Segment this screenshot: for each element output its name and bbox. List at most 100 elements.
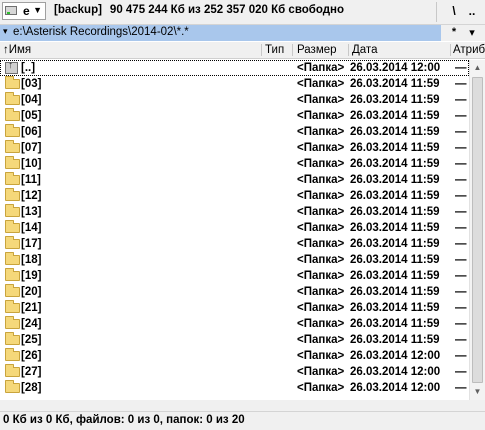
item-size: <Папка> (297, 270, 345, 282)
list-item[interactable]: [06] <Папка> 26.03.2014 11:59 — (0, 124, 469, 140)
item-date: 26.03.2014 11:59 (350, 110, 440, 122)
item-size: <Папка> (297, 222, 345, 234)
item-date: 26.03.2014 12:00 (350, 382, 441, 394)
item-name: [12] (21, 190, 42, 202)
item-name: [20] (21, 286, 42, 298)
item-size: <Папка> (297, 238, 345, 250)
list-item[interactable]: [17] <Папка> 26.03.2014 11:59 — (0, 236, 469, 252)
item-date: 26.03.2014 12:00 (350, 62, 441, 74)
list-item[interactable]: [26] <Папка> 26.03.2014 12:00 — (0, 348, 469, 364)
column-divider[interactable] (292, 44, 293, 56)
folder-icon (5, 188, 20, 201)
folder-icon (5, 284, 20, 297)
column-name[interactable]: ↑Имя (3, 42, 261, 58)
folder-icon (5, 156, 20, 169)
file-list[interactable]: [..] <Папка> 26.03.2014 12:00 — [03] <Папка> 2… (0, 60, 469, 400)
list-item[interactable]: [05] <Папка> 26.03.2014 11:59 — (0, 108, 469, 124)
item-date: 26.03.2014 11:59 (350, 206, 440, 218)
column-size[interactable]: Размер (297, 42, 347, 58)
folder-icon (5, 76, 20, 89)
item-attr: — (455, 302, 467, 314)
folder-icon (5, 252, 20, 265)
list-item[interactable]: [20] <Папка> 26.03.2014 11:59 — (0, 284, 469, 300)
scroll-down-icon[interactable]: ▼ (470, 384, 485, 400)
column-name-label: Имя (8, 44, 32, 56)
item-name: [27] (21, 366, 42, 378)
column-divider[interactable] (450, 44, 451, 56)
folder-icon (5, 268, 20, 281)
drive-info: [backup] 90 475 244 Кб из 252 357 020 Кб … (54, 4, 344, 16)
item-date: 26.03.2014 11:59 (350, 94, 440, 106)
item-attr: — (455, 206, 467, 218)
column-type[interactable]: Тип (265, 42, 291, 58)
item-name: [05] (21, 110, 42, 122)
chevron-down-icon: ▼ (33, 5, 42, 15)
folder-icon (5, 92, 20, 105)
toolbar-separator (436, 2, 437, 22)
item-attr: — (455, 78, 467, 90)
list-item[interactable]: [03] <Папка> 26.03.2014 11:59 — (0, 76, 469, 92)
item-name: [26] (21, 350, 42, 362)
list-item[interactable]: [13] <Папка> 26.03.2014 11:59 — (0, 204, 469, 220)
item-attr: — (455, 318, 467, 330)
item-name: [17] (21, 238, 42, 250)
item-size: <Папка> (297, 286, 345, 298)
list-item[interactable]: [12] <Папка> 26.03.2014 11:59 — (0, 188, 469, 204)
folder-icon (5, 332, 20, 345)
item-date: 26.03.2014 12:00 (350, 366, 441, 378)
list-item[interactable]: [28] <Папка> 26.03.2014 12:00 — (0, 380, 469, 396)
item-attr: — (455, 190, 467, 202)
item-size: <Папка> (297, 126, 345, 138)
current-path[interactable]: ▾ e:\Asterisk Recordings\2014-02\*.* (0, 25, 441, 41)
vertical-scrollbar[interactable]: ▲ ▼ (469, 60, 485, 400)
list-item[interactable]: [21] <Папка> 26.03.2014 11:59 — (0, 300, 469, 316)
folder-icon (5, 380, 20, 393)
list-item[interactable]: [04] <Папка> 26.03.2014 11:59 — (0, 92, 469, 108)
list-item[interactable]: [18] <Папка> 26.03.2014 11:59 — (0, 252, 469, 268)
item-attr: — (455, 62, 467, 74)
column-divider[interactable] (348, 44, 349, 56)
item-attr: — (455, 126, 467, 138)
folder-icon (5, 124, 20, 137)
list-item[interactable]: [24] <Папка> 26.03.2014 11:59 — (0, 316, 469, 332)
scrollbar-thumb[interactable] (472, 77, 483, 383)
list-item[interactable]: [11] <Папка> 26.03.2014 11:59 — (0, 172, 469, 188)
item-name: [06] (21, 126, 42, 138)
history-button[interactable]: * (447, 26, 461, 38)
item-size: <Папка> (297, 206, 345, 218)
item-size: <Папка> (297, 174, 345, 186)
column-divider[interactable] (261, 44, 262, 56)
item-name: [13] (21, 206, 42, 218)
folder-icon (5, 364, 20, 377)
item-attr: — (455, 334, 467, 346)
list-item[interactable]: [27] <Папка> 26.03.2014 12:00 — (0, 364, 469, 380)
item-size: <Папка> (297, 318, 345, 330)
item-size: <Папка> (297, 158, 345, 170)
column-date[interactable]: Дата (352, 42, 448, 58)
item-size: <Папка> (297, 78, 345, 90)
item-attr: — (455, 222, 467, 234)
item-attr: — (455, 382, 467, 394)
list-item[interactable]: [25] <Папка> 26.03.2014 11:59 — (0, 332, 469, 348)
item-attr: — (455, 270, 467, 282)
item-name: [07] (21, 142, 42, 154)
list-item[interactable]: [..] <Папка> 26.03.2014 12:00 — (0, 60, 469, 76)
item-size: <Папка> (297, 254, 345, 266)
folder-icon (5, 204, 20, 217)
scroll-up-icon[interactable]: ▲ (470, 60, 485, 76)
path-dropdown-button[interactable]: ▾ (465, 26, 479, 39)
list-item[interactable]: [14] <Папка> 26.03.2014 11:59 — (0, 220, 469, 236)
root-dir-button[interactable]: \ (446, 3, 462, 19)
list-item[interactable]: [07] <Папка> 26.03.2014 11:59 — (0, 140, 469, 156)
item-attr: — (455, 174, 467, 186)
drive-label: [backup] (54, 4, 102, 16)
column-attr[interactable]: Атриб (453, 42, 485, 58)
list-item[interactable]: [19] <Папка> 26.03.2014 11:59 — (0, 268, 469, 284)
item-date: 26.03.2014 11:59 (350, 318, 440, 330)
drive-letter: e (23, 4, 30, 18)
item-attr: — (455, 286, 467, 298)
parent-dir-button[interactable]: .. (464, 3, 480, 19)
list-item[interactable]: [10] <Папка> 26.03.2014 11:59 — (0, 156, 469, 172)
item-date: 26.03.2014 11:59 (350, 190, 440, 202)
drive-selector[interactable]: e ▼ (2, 2, 46, 20)
